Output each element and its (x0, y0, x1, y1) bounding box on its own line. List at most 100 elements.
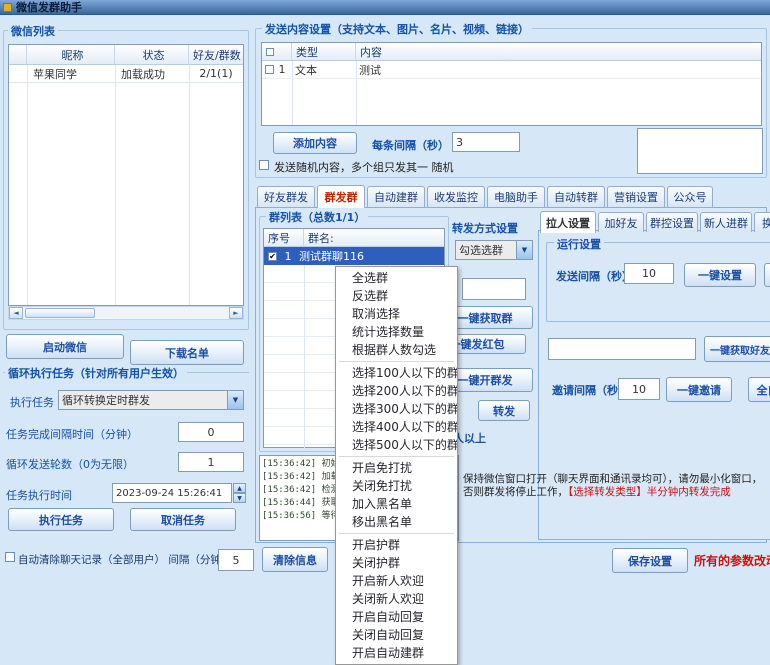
wechat-table-row[interactable]: 苹果同学 加载成功 2/1(1) (9, 65, 243, 83)
tab-auto-create-group[interactable]: 自动建群 (367, 186, 425, 207)
forward-mode-label: 转发方式设置 (452, 220, 518, 236)
menu-item-guard-off[interactable]: 关闭护群 (336, 554, 457, 572)
menu-item-blacklist-add[interactable]: 加入黑名单 (336, 495, 457, 513)
group-filter-input[interactable] (462, 278, 526, 300)
group-list-title: 群列表（总数1/1） (266, 209, 368, 225)
rtab-switch-group[interactable]: 换群 (754, 212, 770, 232)
menu-item-welcome-on[interactable]: 开启新人欢迎 (336, 572, 457, 590)
task-section-title: 循环执行任务（针对所有用户生效） (5, 365, 187, 381)
auto-clear-checkbox[interactable] (5, 552, 15, 562)
menu-item-select-all[interactable]: 全选群 (336, 269, 457, 287)
scroll-right-icon[interactable]: ► (229, 307, 243, 319)
tab-auto-switch-group[interactable]: 自动转群 (547, 186, 605, 207)
menu-item-select-by-size[interactable]: 根据群人数勾选 (336, 341, 457, 359)
chevron-down-icon[interactable]: ▼ (227, 391, 243, 409)
window-title: 微信发群助手 (16, 0, 82, 15)
scrollbar-thumb[interactable] (25, 308, 95, 318)
clear-interval-input[interactable]: 5 (218, 549, 254, 571)
friend-input[interactable] (548, 338, 696, 360)
tab-pc-helper[interactable]: 电脑助手 (487, 186, 545, 207)
menu-item-under-400[interactable]: 选择400人以下的群 (336, 418, 457, 436)
menu-separator (339, 361, 454, 362)
menu-item-under-200[interactable]: 选择200人以下的群 (336, 382, 457, 400)
grid-line (115, 65, 116, 305)
random-checkbox[interactable] (259, 160, 269, 170)
menu-item-under-500[interactable]: 选择500人以下的群 (336, 436, 457, 454)
tab-marketing[interactable]: 营销设置 (607, 186, 665, 207)
task-rounds-input[interactable]: 1 (178, 452, 244, 472)
spin-up-icon[interactable]: ▲ (233, 483, 246, 493)
task-rounds-label: 循环发送轮数（0为无限） (6, 456, 134, 472)
rtab-group-control[interactable]: 群控设置 (646, 212, 698, 232)
edge-auto-button-1[interactable]: 全自动 (764, 263, 770, 287)
rtab-newcomer[interactable]: 新人进群 (700, 212, 752, 232)
checkbox-all-icon[interactable] (266, 48, 274, 56)
grid-line (189, 65, 190, 305)
fetch-friends-button[interactable]: 一键获取好友 (704, 336, 770, 362)
checkbox-checked-icon[interactable]: ✔ (268, 252, 277, 261)
wechat-col-nick: 昵称 (27, 45, 115, 64)
tab-monitor[interactable]: 收发监控 (427, 186, 485, 207)
invite-interval-input[interactable]: 10 (618, 378, 660, 400)
menu-item-autoreply-off[interactable]: 关闭自动回复 (336, 626, 457, 644)
scroll-left-icon[interactable]: ◄ (9, 307, 23, 319)
menu-item-count-selected[interactable]: 统计选择数量 (336, 323, 457, 341)
warning-text: 所有的参数改动需要 (694, 552, 770, 569)
start-wechat-button[interactable]: 启动微信 (6, 334, 124, 359)
menu-item-invert-select[interactable]: 反选群 (336, 287, 457, 305)
run-task-button[interactable]: 执行任务 (8, 508, 114, 531)
menu-separator (339, 533, 454, 534)
wechat-table-hscrollbar[interactable]: ◄ ► (8, 306, 244, 320)
content-col-content: 内容 (356, 43, 756, 60)
task-time-spinner[interactable]: ▲ ▼ (233, 483, 246, 503)
menu-item-under-300[interactable]: 选择300人以下的群 (336, 400, 457, 418)
task-time-input[interactable]: 2023-09-24 15:26:41 (112, 483, 232, 503)
forward-mode-combobox[interactable]: 勾选选群 ▼ (455, 240, 533, 260)
tab-group-send[interactable]: 群发群 (317, 185, 365, 208)
task-type-value: 循环转换定时群发 (59, 392, 227, 408)
spin-down-icon[interactable]: ▼ (233, 493, 246, 503)
edge-auto-button-2[interactable]: 全自动 (748, 377, 770, 402)
content-table-row[interactable]: 1 文本 测试 (262, 61, 761, 79)
save-settings-button[interactable]: 保存设置 (612, 548, 688, 573)
row-checkbox[interactable] (265, 65, 274, 74)
cancel-task-button[interactable]: 取消任务 (130, 508, 236, 531)
tab-friend-send[interactable]: 好友群发 (257, 186, 315, 207)
content-preview-box[interactable] (637, 128, 763, 174)
rtab-invite-settings[interactable]: 拉人设置 (540, 211, 596, 233)
notice-line2: 否则群发将停止工作，【选择转发类型】半分钟内转发完成 (463, 486, 765, 499)
add-content-button[interactable]: 添加内容 (273, 132, 357, 154)
menu-item-autoreply-on[interactable]: 开启自动回复 (336, 608, 457, 626)
group-table-selected-row[interactable]: ✔ 1 测试群聊116 (264, 247, 444, 265)
menu-item-cancel-select[interactable]: 取消选择 (336, 305, 457, 323)
content-table[interactable]: 类型 内容 1 文本 测试 (261, 42, 762, 126)
download-list-button[interactable]: 下载名单 (130, 340, 244, 365)
group-col-index: 序号 (264, 229, 304, 246)
one-key-set-button[interactable]: 一键设置 (684, 263, 756, 287)
app-window: { "window": { "title": "微信发群助手" }, "icon… (0, 0, 770, 647)
one-key-invite-button[interactable]: 一键邀请 (666, 377, 732, 402)
menu-item-blacklist-remove[interactable]: 移出黑名单 (336, 513, 457, 531)
menu-item-welcome-off[interactable]: 关闭新人欢迎 (336, 590, 457, 608)
menu-item-guard-on[interactable]: 开启护群 (336, 536, 457, 554)
per-item-interval-label: 每条间隔（秒） (372, 137, 449, 153)
menu-item-mute-off[interactable]: 关闭免打扰 (336, 477, 457, 495)
notice-text: 保持微信窗口打开（聊天界面和通讯录均可），请勿最小化窗口， 否则群发将停止工作，… (463, 473, 765, 499)
group-context-menu: 全选群 反选群 取消选择 统计选择数量 根据群人数勾选 选择100人以下的群 选… (335, 266, 458, 665)
title-bar: 微信发群助手 (0, 0, 770, 15)
per-item-interval-input[interactable]: 3 (452, 132, 520, 152)
menu-item-under-100[interactable]: 选择100人以下的群 (336, 364, 457, 382)
task-type-combobox[interactable]: 循环转换定时群发 ▼ (58, 390, 244, 410)
rtab-add-friend[interactable]: 加好友 (598, 212, 644, 232)
menu-item-mute-on[interactable]: 开启免打扰 (336, 459, 457, 477)
send-interval-input[interactable]: 10 (624, 263, 674, 284)
chevron-down-icon[interactable]: ▼ (516, 241, 532, 259)
content-title: 发送内容设置（支持文本、图片、名片、视频、链接） (262, 21, 532, 37)
clear-info-button[interactable]: 清除信息 (262, 547, 328, 572)
menu-separator (339, 456, 454, 457)
wechat-table[interactable]: 昵称 状态 好友/群数 苹果同学 加载成功 2/1(1) (8, 44, 244, 306)
task-interval-input[interactable]: 0 (178, 422, 244, 442)
tab-official-account[interactable]: 公众号 (667, 186, 713, 207)
content-row-type: 文本 (290, 62, 354, 78)
forward-button[interactable]: 转发 (478, 400, 530, 421)
